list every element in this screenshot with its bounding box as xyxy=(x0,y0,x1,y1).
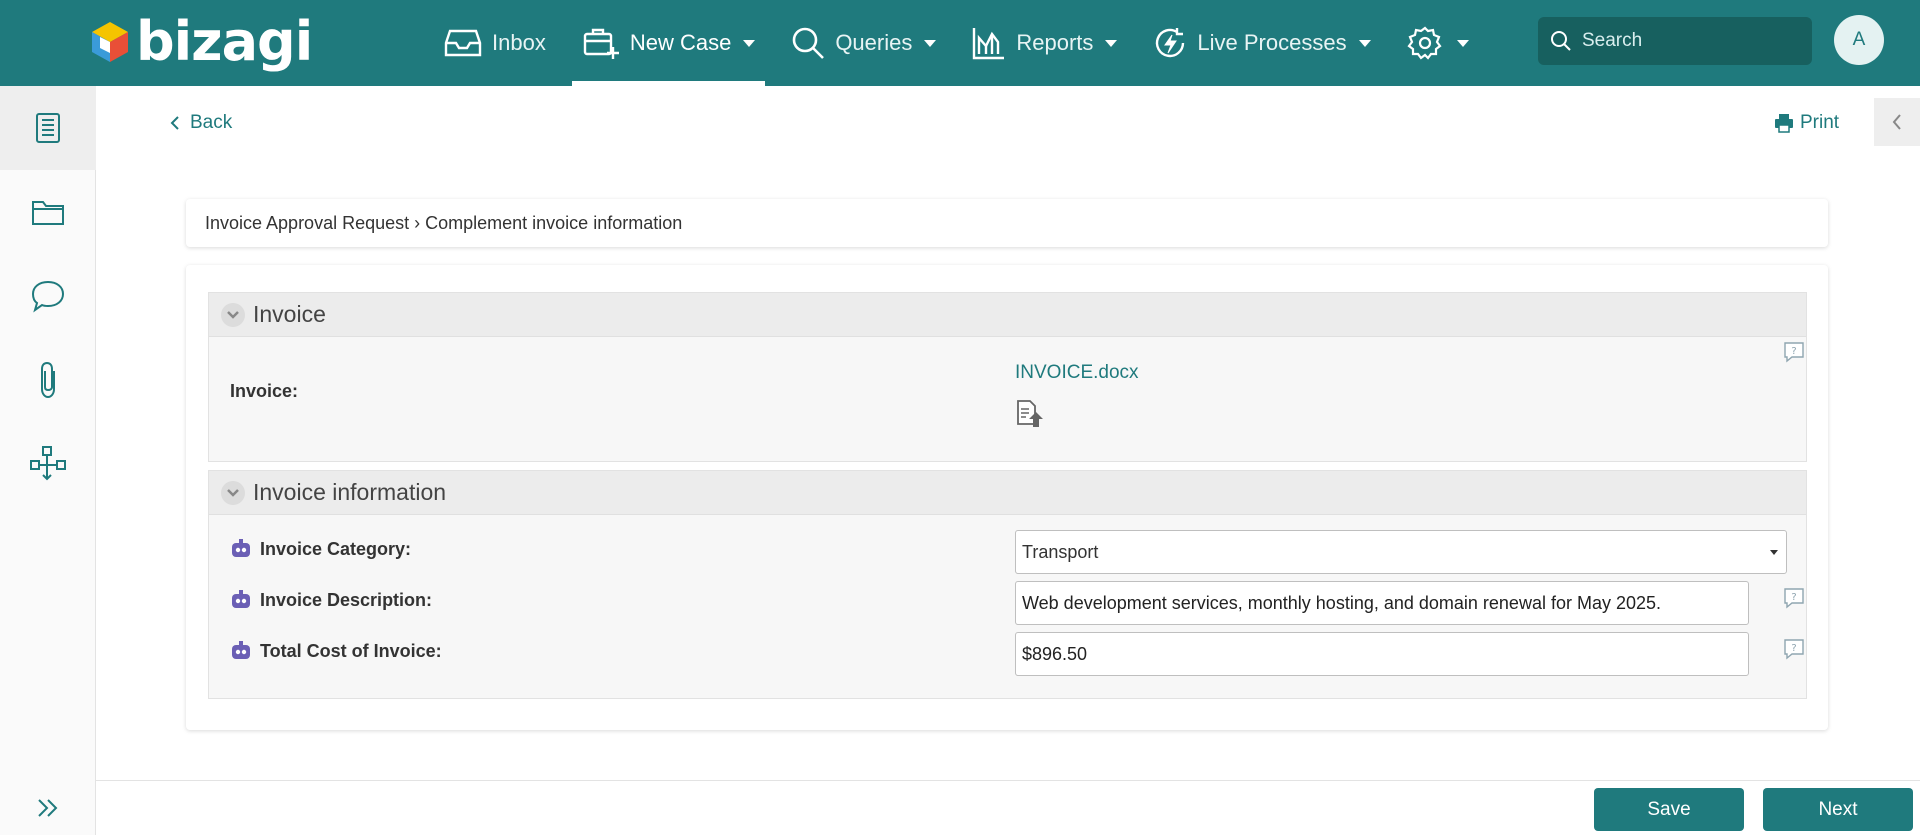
print-label: Print xyxy=(1800,112,1840,133)
bizagi-logo[interactable]: bizagi xyxy=(90,10,313,73)
chevron-left-icon xyxy=(170,116,179,130)
breadcrumb-text: Invoice Approval Request › Complement in… xyxy=(205,212,683,233)
live-process-icon xyxy=(1156,28,1185,58)
search-input[interactable] xyxy=(1582,30,1802,52)
group-title: Invoice xyxy=(253,301,326,327)
search-icon xyxy=(793,27,825,59)
reports-chart-icon xyxy=(973,28,1005,60)
left-sidebar xyxy=(0,86,96,835)
nav-settings[interactable] xyxy=(1397,0,1479,86)
ai-bot-icon xyxy=(232,641,250,659)
group-invoice: Invoice Invoice: INVOICE.docx ? xyxy=(208,292,1807,462)
sidebar-item-form[interactable] xyxy=(0,86,96,170)
print-button[interactable]: Print xyxy=(1774,112,1839,134)
nav-live-processes[interactable]: Live Processes xyxy=(1143,0,1380,86)
save-button[interactable]: Save xyxy=(1594,788,1744,831)
invoice-category-label-text: Invoice Category: xyxy=(260,538,412,559)
nav-queries-label: Queries xyxy=(835,30,913,55)
main-nav: Inbox New Case Queries Reports Live Proc… xyxy=(434,0,1495,86)
nav-new-case-label: New Case xyxy=(629,30,732,55)
invoice-label-text: Invoice: xyxy=(230,381,299,401)
chevron-down-icon xyxy=(1770,550,1778,555)
back-link[interactable]: Back xyxy=(170,112,232,134)
invoice-file-link[interactable]: INVOICE.docx xyxy=(1015,362,1139,384)
chevron-down-icon xyxy=(227,488,239,497)
bizagi-logo-icon xyxy=(92,22,128,62)
invoice-description-label: Invoice Description: xyxy=(230,589,432,611)
invoice-category-label: Invoice Category: xyxy=(230,538,411,560)
inbox-icon xyxy=(444,29,482,57)
sidebar-item-comments[interactable] xyxy=(0,254,96,338)
nav-live-processes-label: Live Processes xyxy=(1197,30,1347,55)
nav-new-case[interactable]: New Case xyxy=(571,0,766,86)
svg-text:?: ? xyxy=(1791,592,1796,603)
chevron-down-icon xyxy=(227,310,239,319)
chevron-down-icon xyxy=(1358,39,1371,47)
group-invoice-header[interactable]: Invoice xyxy=(209,293,1806,337)
invoice-category-value: Transport xyxy=(1022,541,1099,562)
breadcrumb: Invoice Approval Request › Complement in… xyxy=(186,199,1828,247)
invoice-description-input[interactable] xyxy=(1015,581,1749,625)
upload-document-icon xyxy=(1017,400,1043,427)
sidebar-item-folder[interactable] xyxy=(0,170,96,254)
workflow-diagram-icon xyxy=(30,446,66,481)
chevron-down-icon xyxy=(743,39,756,47)
top-bar: bizagi Inbox New Case Queries Reports Li… xyxy=(0,0,1920,86)
comment-icon xyxy=(31,280,65,313)
gear-icon xyxy=(1407,26,1442,60)
back-label: Back xyxy=(190,112,233,133)
help-icon[interactable]: ? xyxy=(1783,638,1805,665)
collapse-group-button[interactable] xyxy=(221,480,245,505)
chevron-down-icon xyxy=(924,39,937,47)
chevron-down-icon xyxy=(1105,39,1118,47)
invoice-category-select[interactable]: Transport xyxy=(1015,530,1787,574)
svg-text:?: ? xyxy=(1791,346,1796,357)
search-box[interactable] xyxy=(1538,17,1812,65)
sidebar-item-attachments[interactable] xyxy=(0,338,96,422)
svg-text:?: ? xyxy=(1791,643,1796,654)
collapse-group-button[interactable] xyxy=(221,302,245,327)
ai-bot-icon xyxy=(232,590,250,608)
form-list-icon xyxy=(36,113,60,143)
chevron-left-icon xyxy=(1892,114,1901,130)
help-icon[interactable]: ? xyxy=(1783,587,1805,614)
nav-reports-label: Reports xyxy=(1016,30,1094,55)
next-button[interactable]: Next xyxy=(1763,788,1913,831)
upload-file-button[interactable] xyxy=(1015,399,1045,434)
nav-queries[interactable]: Queries xyxy=(781,0,946,86)
group-invoice-information-header[interactable]: Invoice information xyxy=(209,471,1806,515)
collapse-panel-button[interactable] xyxy=(1874,98,1920,146)
group-invoice-information: Invoice information Invoice Category: Tr… xyxy=(208,470,1807,699)
brand-name: bizagi xyxy=(136,10,313,73)
total-cost-label-text: Total Cost of Invoice: xyxy=(260,640,442,661)
invoice-label: Invoice: xyxy=(230,381,298,402)
folder-icon xyxy=(32,201,64,225)
invoice-description-label-text: Invoice Description: xyxy=(260,589,433,610)
double-chevron-right-icon xyxy=(38,799,58,817)
nav-reports[interactable]: Reports xyxy=(962,0,1127,86)
chevron-down-icon xyxy=(1456,39,1469,47)
expand-sidebar-button[interactable] xyxy=(36,798,60,823)
printer-icon xyxy=(1775,114,1793,133)
search-icon xyxy=(1551,31,1571,51)
total-cost-input[interactable] xyxy=(1015,632,1749,676)
help-icon[interactable]: ? xyxy=(1783,341,1805,368)
new-case-icon xyxy=(583,28,619,59)
paperclip-icon xyxy=(41,361,55,399)
ai-bot-icon xyxy=(232,539,250,557)
nav-inbox[interactable]: Inbox xyxy=(434,0,556,86)
nav-inbox-label: Inbox xyxy=(492,30,546,55)
avatar[interactable]: A xyxy=(1834,15,1884,65)
total-cost-label: Total Cost of Invoice: xyxy=(230,640,442,662)
sidebar-item-workflow[interactable] xyxy=(0,422,96,506)
form-card: Invoice Invoice: INVOICE.docx ? Invoice … xyxy=(186,265,1828,730)
group-title: Invoice information xyxy=(253,479,447,505)
